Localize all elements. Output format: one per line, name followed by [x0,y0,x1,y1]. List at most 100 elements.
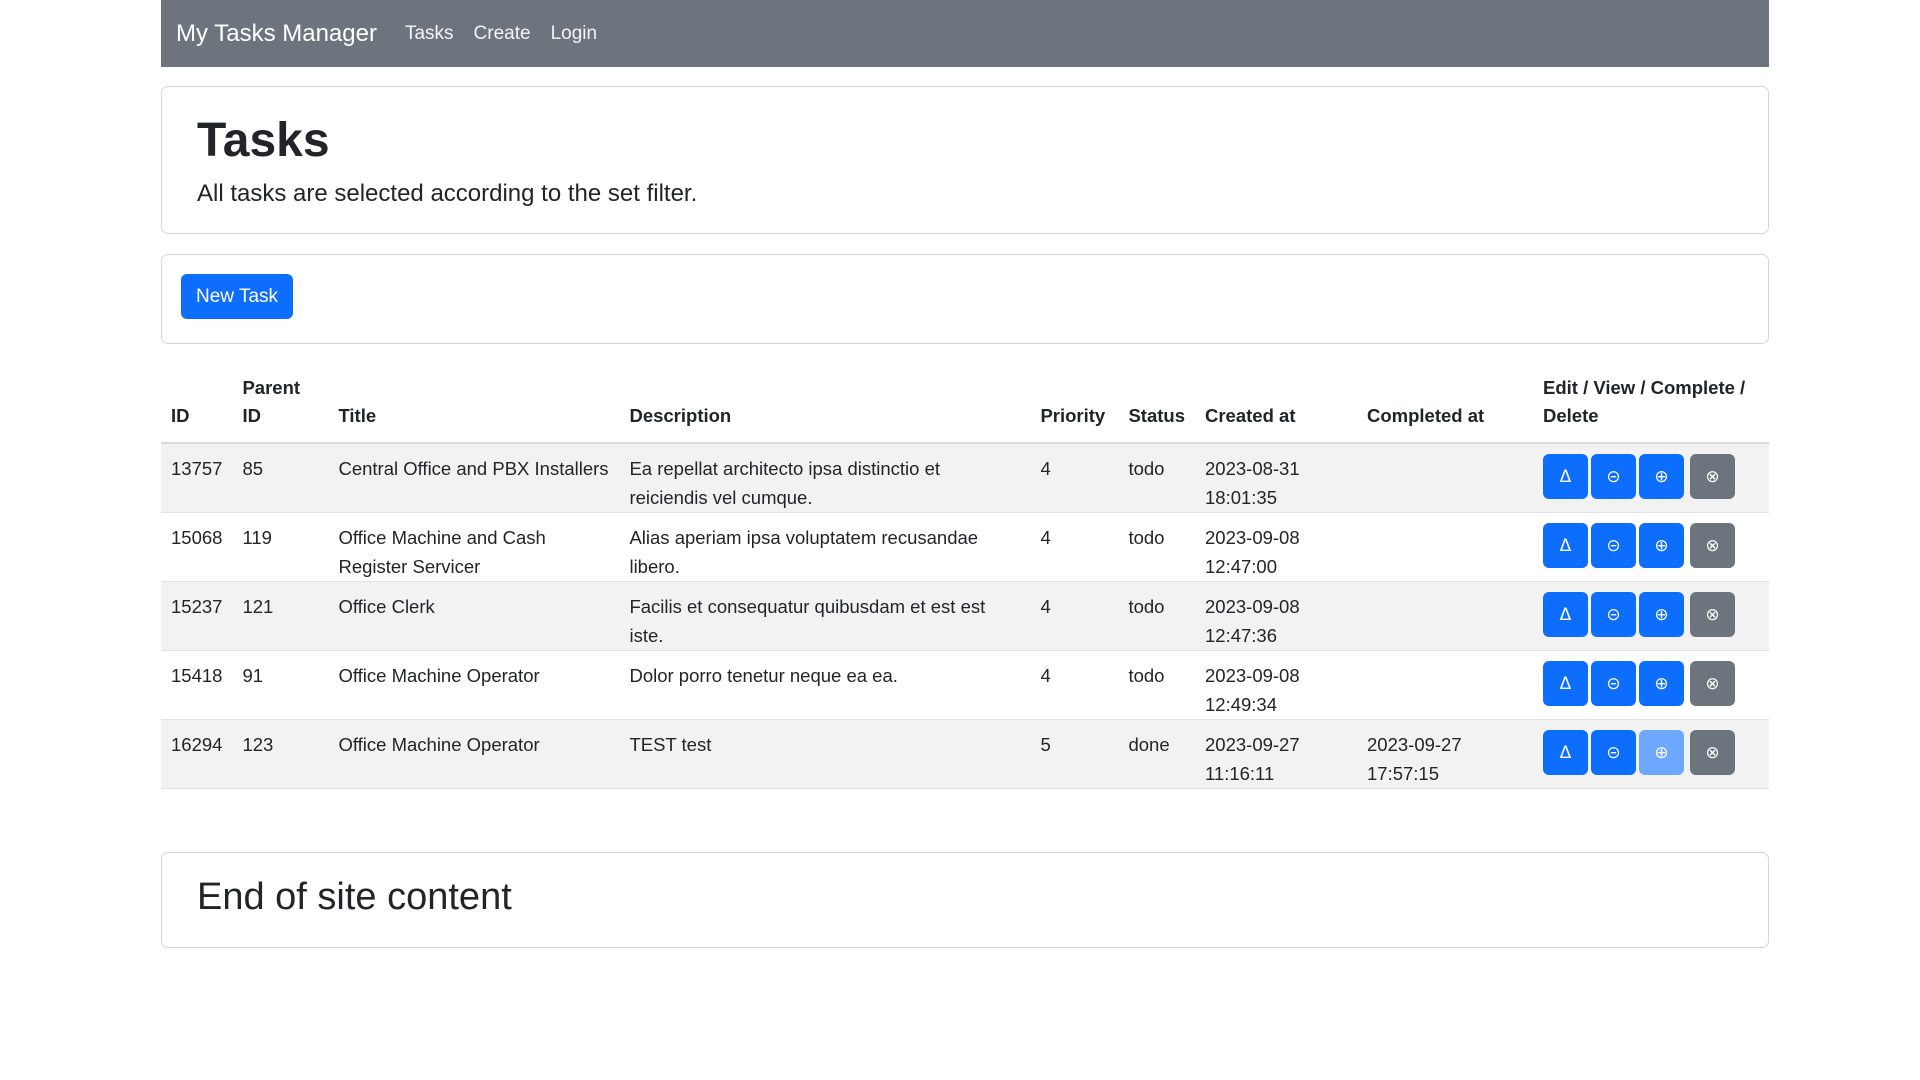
cell-completed-at [1357,650,1533,720]
cell-priority: 4 [1030,443,1119,513]
cell-parent-id: 91 [232,650,329,720]
cell-parent-id: 85 [232,443,329,513]
complete-icon: ⊕ [1654,466,1669,487]
cell-id: 15237 [161,581,233,651]
complete-icon: ⊕ [1654,673,1669,694]
complete-button[interactable]: ⊕ [1639,592,1684,637]
table-row: 16294 123 Office Machine Operator TEST test… [161,719,1769,789]
complete-button[interactable]: ⊕ [1639,523,1684,568]
cell-priority: 4 [1030,650,1119,720]
nav-link-create[interactable]: Create [474,23,531,45]
header-completed-at: Completed at [1357,364,1533,444]
edit-icon: Δ [1559,535,1572,556]
table-header: ID Parent ID Title Description Priority … [161,364,1769,444]
cell-completed-at [1357,512,1533,582]
header-actions: Edit / View / Complete / Delete [1533,364,1769,444]
complete-button[interactable]: ⊕ [1639,661,1684,706]
complete-icon: ⊕ [1654,604,1669,625]
view-button[interactable]: ⊝ [1591,454,1636,499]
edit-button[interactable]: Δ [1543,454,1588,499]
cell-parent-id: 123 [232,719,329,789]
header-id: ID [161,364,233,444]
cell-id: 16294 [161,719,233,789]
edit-button[interactable]: Δ [1543,730,1588,775]
navbar-brand[interactable]: My Tasks Manager [176,20,377,48]
table-body: 13757 85 Central Office and PBX Installers… [161,443,1769,789]
edit-icon: Δ [1559,742,1572,763]
edit-button[interactable]: Δ [1543,592,1588,637]
page-subtitle: All tasks are selected according to the … [197,180,698,208]
header-card: Tasks All tasks are selected according t… [161,86,1769,234]
cell-id: 13757 [161,443,233,513]
cell-description: TEST test [619,719,1031,789]
delete-button[interactable]: ⊗ [1690,661,1735,706]
cell-priority: 4 [1030,581,1119,651]
header-created-at: Created at [1195,364,1357,444]
cell-created-at: 2023-09-08 12:49:34 [1195,650,1357,720]
header-parent-id: Parent ID [232,364,329,444]
page-container: My Tasks Manager Tasks Create Login Task… [161,0,1769,948]
cell-actions: Δ ⊝ ⊕ ⊗ [1533,650,1769,720]
delete-button[interactable]: ⊗ [1690,730,1735,775]
complete-button[interactable]: ⊕ [1639,454,1684,499]
header-priority: Priority [1030,364,1119,444]
view-button[interactable]: ⊝ [1591,523,1636,568]
cell-priority: 4 [1030,512,1119,582]
view-icon: ⊝ [1606,535,1621,556]
nav-link-tasks[interactable]: Tasks [405,23,454,45]
cell-description: Facilis et consequatur quibusdam et est … [619,581,1031,651]
cell-status: todo [1118,512,1195,582]
cell-actions: Δ ⊝ ⊕ ⊗ [1533,512,1769,582]
header-title: Title [328,364,620,444]
view-icon: ⊝ [1606,604,1621,625]
complete-icon: ⊕ [1654,535,1669,556]
new-task-button[interactable]: New Task [181,274,294,319]
cell-priority: 5 [1030,719,1119,789]
complete-icon: ⊕ [1654,742,1669,763]
delete-icon: ⊗ [1705,535,1720,556]
cell-completed-at: 2023-09-27 17:57:15 [1357,719,1533,789]
cell-description: Dolor porro tenetur neque ea ea. [619,650,1031,720]
view-button[interactable]: ⊝ [1591,592,1636,637]
cell-actions: Δ ⊝ ⊕ ⊗ [1533,719,1769,789]
cell-description: Ea repellat architecto ipsa distinctio e… [619,443,1031,513]
cell-status: todo [1118,581,1195,651]
cell-status: todo [1118,650,1195,720]
cell-created-at: 2023-09-27 11:16:11 [1195,719,1357,789]
cell-created-at: 2023-08-31 18:01:35 [1195,443,1357,513]
cell-description: Alias aperiam ipsa voluptatem recusandae… [619,512,1031,582]
cell-completed-at [1357,443,1533,513]
delete-icon: ⊗ [1705,604,1720,625]
delete-button[interactable]: ⊗ [1690,523,1735,568]
delete-button[interactable]: ⊗ [1690,592,1735,637]
footer-card: End of site content [161,852,1769,948]
cell-created-at: 2023-09-08 12:47:36 [1195,581,1357,651]
table-row: 13757 85 Central Office and PBX Installers… [161,443,1769,513]
view-button[interactable]: ⊝ [1591,730,1636,775]
footer-title: End of site content [197,876,512,918]
delete-button[interactable]: ⊗ [1690,454,1735,499]
cell-actions: Δ ⊝ ⊕ ⊗ [1533,581,1769,651]
view-icon: ⊝ [1606,466,1621,487]
view-icon: ⊝ [1606,673,1621,694]
tasks-table: ID Parent ID Title Description Priority … [161,364,1769,789]
cell-title: Office Machine Operator [328,650,620,720]
cell-title: Office Clerk [328,581,620,651]
cell-completed-at [1357,581,1533,651]
cell-parent-id: 121 [232,581,329,651]
edit-button[interactable]: Δ [1543,661,1588,706]
table-row: 15418 91 Office Machine Operator Dolor porr… [161,650,1769,720]
complete-button[interactable]: ⊕ [1639,730,1684,775]
view-button[interactable]: ⊝ [1591,661,1636,706]
edit-button[interactable]: Δ [1543,523,1588,568]
table-row: 15237 121 Office Clerk Facilis et consequat… [161,581,1769,651]
navbar: My Tasks Manager Tasks Create Login [161,0,1769,67]
cell-id: 15068 [161,512,233,582]
cell-id: 15418 [161,650,233,720]
cell-title: Central Office and PBX Installers [328,443,620,513]
cell-parent-id: 119 [232,512,329,582]
header-description: Description [619,364,1031,444]
edit-icon: Δ [1559,604,1572,625]
nav-link-login[interactable]: Login [551,23,598,45]
page-title: Tasks [197,114,330,167]
